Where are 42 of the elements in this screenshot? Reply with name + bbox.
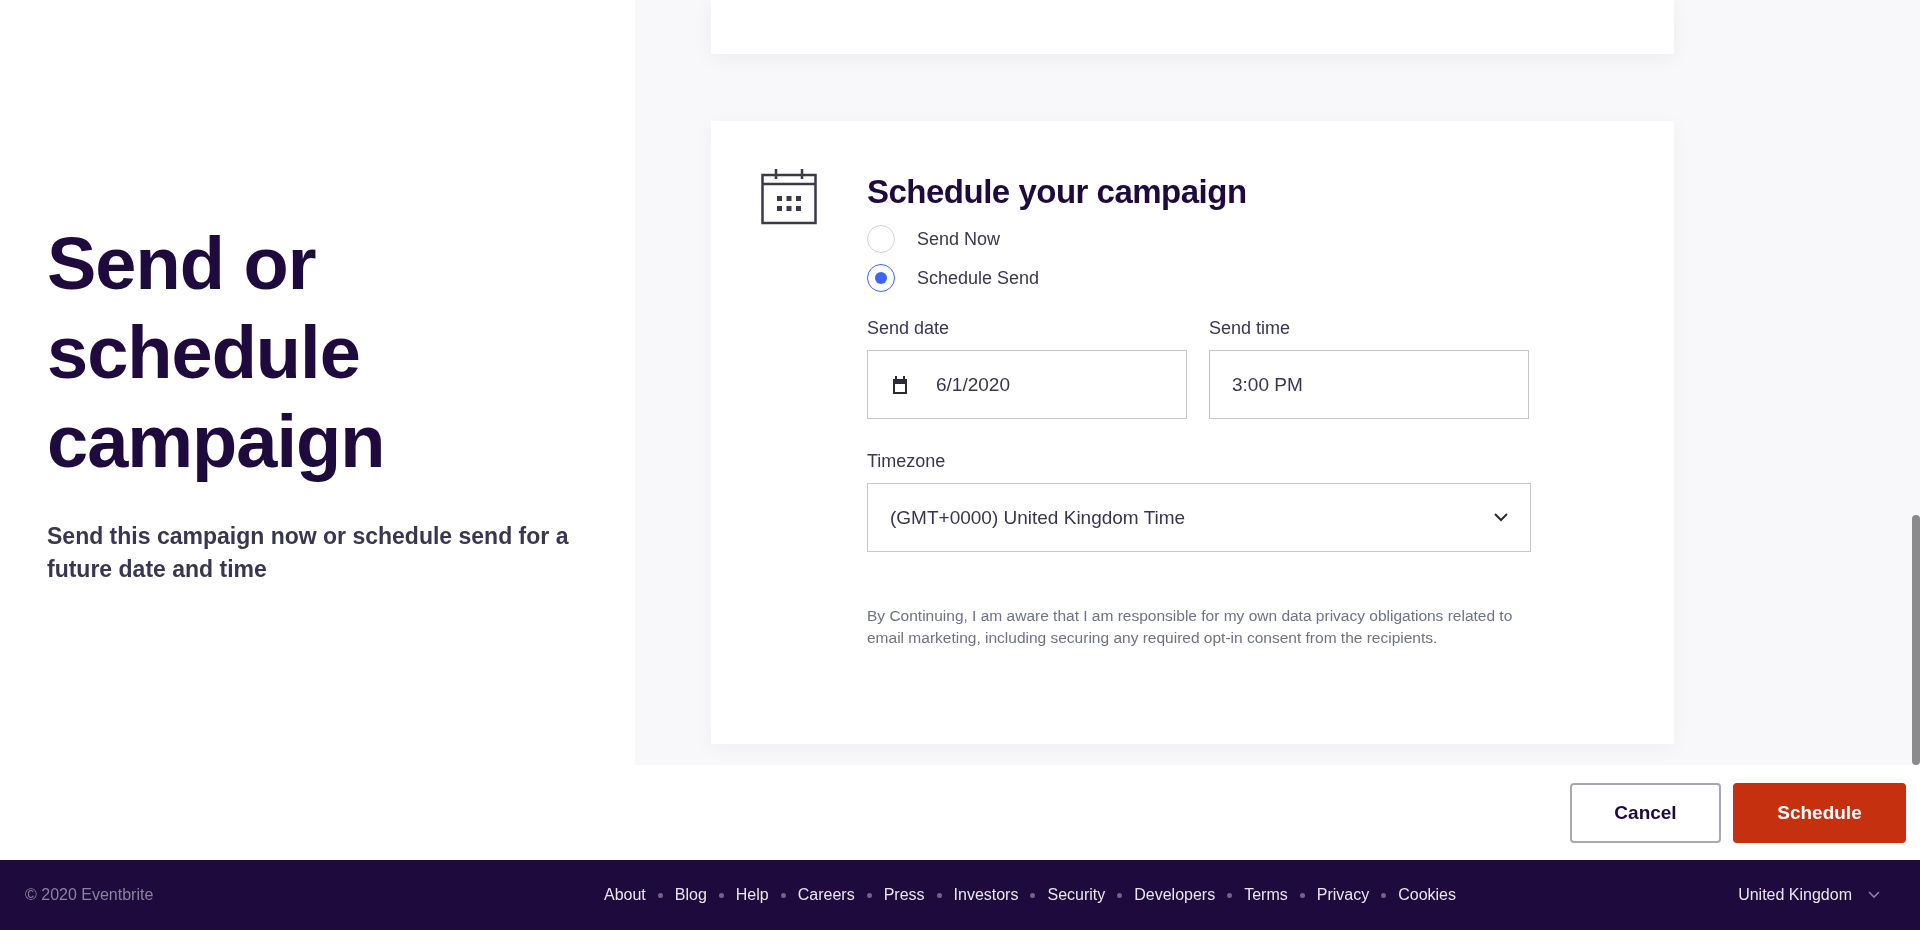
calendar-icon [890, 374, 910, 395]
separator-dot [657, 892, 663, 898]
footer-link[interactable]: Help [735, 886, 769, 904]
footer-link[interactable]: Security [1047, 886, 1106, 904]
copyright-text: © 2020 Eventbrite [25, 886, 155, 904]
calendar-icon [761, 169, 817, 225]
page-subtitle: Send this campaign now or schedule send for a future date and time [47, 522, 570, 584]
field-label: Timezone [867, 450, 947, 473]
separator-dot [1299, 892, 1305, 898]
footer-link[interactable]: Cookies [1398, 886, 1456, 904]
chevron-down-icon [1868, 891, 1880, 899]
separator-dot [718, 892, 724, 898]
radio-label[interactable]: Schedule Send [917, 267, 1040, 289]
separator-dot [1381, 892, 1387, 898]
schedule-button[interactable]: Schedule [1733, 782, 1906, 843]
card-heading: Schedule your campaign [867, 172, 1248, 212]
footer-link[interactable]: Investors [953, 886, 1019, 904]
separator-dot [936, 892, 942, 898]
field-label: Send time [1209, 317, 1292, 340]
timezone-select[interactable]: (GMT+0000) United Kingdom Time [867, 483, 1531, 552]
chevron-down-icon [1494, 513, 1508, 522]
cancel-button[interactable]: Cancel [1570, 782, 1721, 843]
footer-link[interactable]: Careers [797, 886, 855, 904]
separator-dot [780, 892, 786, 898]
disclaimer-text: By Continuing, I am aware that I am responsible for my own data privacy obligations related to email marketing, including securing any required opt-in consent from the recipients. [867, 606, 1514, 648]
field-label: Send date [867, 317, 951, 340]
separator-dot [1117, 892, 1123, 898]
scrollbar-thumb[interactable] [1912, 515, 1920, 765]
date-field[interactable]: 6/1/2020 [867, 350, 1187, 419]
footer-link[interactable]: Privacy [1316, 886, 1370, 904]
footer-link[interactable]: Blog [674, 886, 707, 904]
separator-dot [1227, 892, 1233, 898]
footer-link[interactable]: Developers [1134, 886, 1216, 904]
region-selector[interactable]: United Kingdom [1580, 886, 1880, 904]
footer-link[interactable]: About [603, 886, 646, 904]
radio-label[interactable]: Send Now [917, 228, 1001, 250]
time-field[interactable]: 3:00 PM [1209, 350, 1529, 419]
footer-link[interactable]: Press [883, 886, 925, 904]
separator-dot [866, 892, 872, 898]
footer-link[interactable]: Terms [1244, 886, 1288, 904]
separator-dot [1030, 892, 1036, 898]
page-title: Send or schedule campaign [47, 221, 386, 485]
